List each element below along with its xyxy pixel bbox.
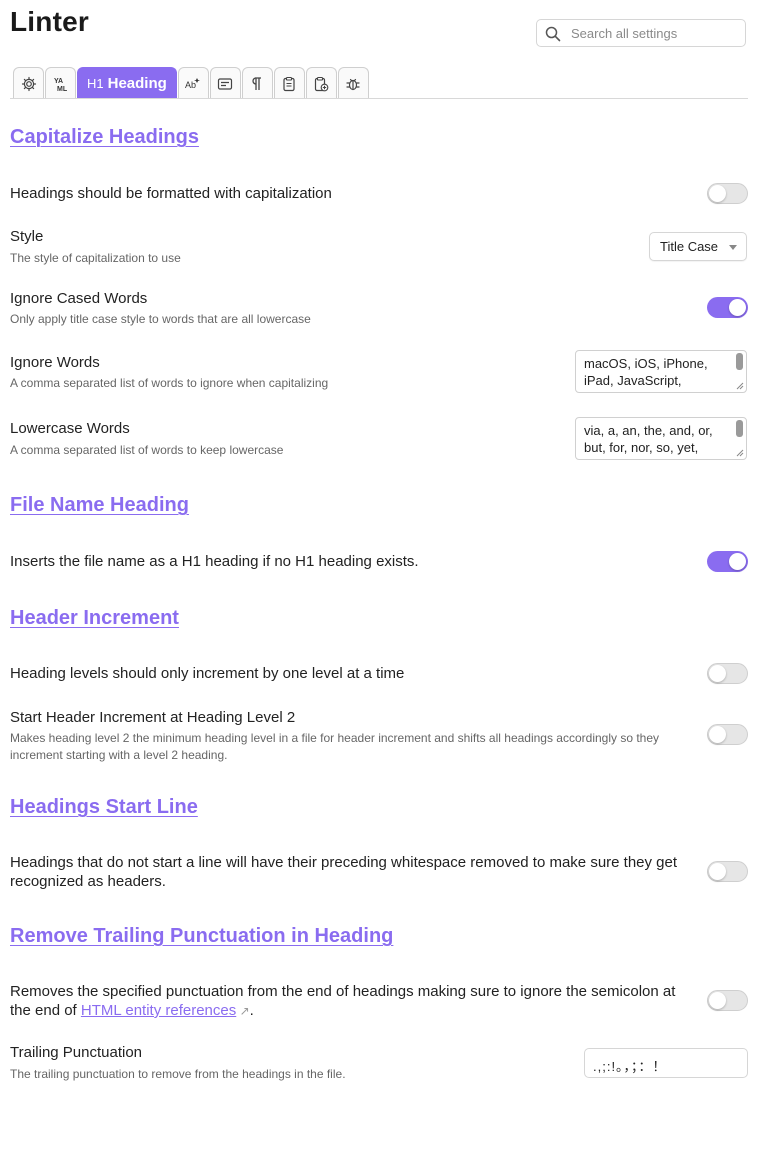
paste-icon: [315, 76, 329, 91]
file-name-heading-toggle[interactable]: [707, 551, 748, 572]
svg-text:YA: YA: [54, 78, 63, 85]
tab-heading[interactable]: H1 Heading: [77, 67, 177, 99]
remove-trailing-punctuation-toggle[interactable]: [707, 990, 748, 1011]
setting-trailing-label-end: .: [249, 1002, 254, 1019]
setting-lowercase-words-label: Lowercase Words: [10, 420, 130, 437]
header-increment-toggle[interactable]: [707, 663, 748, 684]
tab-clipboard[interactable]: [273, 67, 305, 99]
toggle-knob: [709, 863, 726, 880]
toggle-knob: [709, 185, 726, 202]
section-title-remove-trailing-punctuation: Remove Trailing Punctuation in Heading: [10, 925, 394, 947]
spellcheck-icon: Ab: [185, 77, 201, 90]
tab-paragraph[interactable]: [241, 67, 273, 99]
search-input[interactable]: [571, 23, 739, 43]
tab-content[interactable]: [209, 67, 241, 99]
setting-trailing-punctuation-label: Trailing Punctuation: [10, 1044, 143, 1061]
toggle-knob: [729, 553, 746, 570]
tab-spacing[interactable]: Ab: [177, 67, 209, 99]
setting-ignore-words-desc: A comma separated list of words to ignor…: [10, 376, 329, 390]
section-title-headings-start-line: Headings Start Line: [10, 796, 198, 818]
page-title: Linter: [10, 6, 89, 37]
setting-ignore-cased-desc: Only apply title case style to words tha…: [10, 312, 311, 326]
tab-general[interactable]: [13, 67, 44, 99]
setting-capitalize-enable-label: Headings should be formatted with capita…: [10, 185, 332, 202]
html-entity-references-link[interactable]: HTML entity references: [81, 1002, 236, 1019]
ignore-cased-words-toggle[interactable]: [707, 297, 748, 318]
settings-tab-bar: YA ML H1 Heading Ab: [13, 67, 369, 99]
setting-ignore-cased-label: Ignore Cased Words: [10, 290, 148, 307]
toggle-knob: [709, 992, 726, 1009]
tab-divider: [10, 98, 748, 99]
toggle-knob: [709, 726, 726, 743]
search-box[interactable]: [536, 19, 746, 47]
ignore-words-value: macOS, iOS, iPhone, iPad, JavaScript,: [584, 356, 708, 388]
scrollbar[interactable]: [736, 420, 743, 437]
setting-start-level2-label: Start Header Increment at Heading Level …: [10, 709, 296, 726]
section-title-file-name-heading: File Name Heading: [10, 494, 189, 516]
lowercase-words-value: via, a, an, the, and, or, but, for, nor,…: [584, 423, 713, 455]
content-icon: [218, 77, 233, 90]
setting-trailing-punctuation-desc: The trailing punctuation to remove from …: [10, 1067, 346, 1081]
toggle-knob: [709, 665, 726, 682]
style-select-value: Title Case: [660, 239, 719, 254]
setting-style-label: Style: [10, 228, 44, 245]
setting-start-line-label: Headings that do not start a line will h…: [10, 854, 678, 890]
headings-start-line-toggle[interactable]: [707, 861, 748, 882]
trailing-punctuation-input[interactable]: .,;:!。，；：！: [584, 1048, 748, 1078]
ignore-words-textarea[interactable]: macOS, iOS, iPhone, iPad, JavaScript,: [575, 350, 747, 393]
toggle-knob: [729, 299, 746, 316]
tab-debug[interactable]: [337, 67, 369, 99]
trailing-punctuation-value: .,;:!。，；：！: [593, 1059, 667, 1074]
setting-file-name-label: Inserts the file name as a H1 heading if…: [10, 553, 419, 570]
yaml-icon: YA ML: [54, 78, 68, 92]
search-icon: [545, 26, 561, 42]
setting-ignore-words-label: Ignore Words: [10, 354, 100, 371]
setting-start-level2-desc: Makes heading level 2 the minimum headin…: [10, 731, 660, 762]
section-title-header-increment: Header Increment: [10, 607, 179, 629]
tab-paste[interactable]: [305, 67, 337, 99]
lowercase-words-textarea[interactable]: via, a, an, the, and, or, but, for, nor,…: [575, 417, 747, 460]
setting-trailing-label: Removes the specified punctuation from t…: [10, 982, 690, 1021]
setting-header-increment-label: Heading levels should only increment by …: [10, 665, 405, 682]
external-link-icon: ↗: [236, 1004, 250, 1018]
section-title-capitalize-headings: Capitalize Headings: [10, 126, 199, 148]
resize-grip-icon[interactable]: [736, 382, 744, 390]
setting-style-desc: The style of capitalization to use: [10, 251, 181, 265]
gear-icon: [21, 76, 36, 91]
chevron-down-icon: [729, 245, 737, 250]
pilcrow-icon: [252, 76, 262, 90]
scrollbar[interactable]: [736, 353, 743, 370]
start-header-increment-level2-toggle[interactable]: [707, 724, 748, 745]
setting-lowercase-words-desc: A comma separated list of words to keep …: [10, 443, 284, 457]
h1-icon: H1: [87, 76, 104, 91]
svg-text:ML: ML: [57, 86, 68, 92]
svg-text:Ab: Ab: [185, 80, 196, 90]
capitalize-headings-toggle[interactable]: [707, 183, 748, 204]
resize-grip-icon[interactable]: [736, 449, 744, 457]
tab-heading-label: Heading: [107, 75, 167, 92]
clipboard-icon: [283, 76, 295, 91]
debug-icon: [346, 78, 360, 90]
tab-yaml[interactable]: YA ML: [45, 67, 76, 99]
style-select[interactable]: Title Case: [649, 232, 747, 261]
